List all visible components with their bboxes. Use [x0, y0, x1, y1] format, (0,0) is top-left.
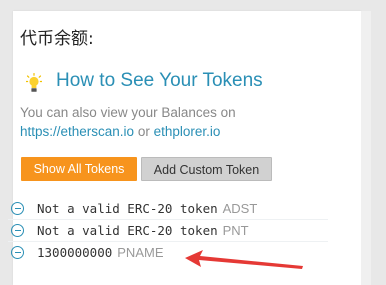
show-all-tokens-button[interactable]: Show All Tokens	[21, 157, 137, 181]
how-to-see-tokens-link[interactable]: How to See Your Tokens	[56, 70, 263, 92]
remove-token-icon[interactable]	[11, 202, 24, 215]
panel-title: 代币余额:	[20, 29, 94, 49]
scrollbar[interactable]	[361, 11, 371, 285]
token-balance: Not a valid ERC-20 token	[37, 223, 218, 238]
token-symbol: ADST	[222, 201, 258, 216]
remove-token-icon[interactable]	[11, 246, 24, 259]
description-text: You can also view your Balances on	[20, 105, 236, 120]
token-balance: Not a valid ERC-20 token	[37, 201, 218, 216]
token-symbol: PNAME	[117, 245, 164, 260]
or-text: or	[137, 124, 150, 139]
token-row: Not a valid ERC-20 token ADST	[8, 198, 328, 220]
token-balance: 1300000000	[37, 245, 113, 260]
ethplorer-link[interactable]: ethplorer.io	[154, 124, 221, 139]
red-arrow-annotation	[185, 250, 303, 269]
etherscan-link[interactable]: https://etherscan.io	[20, 124, 134, 139]
add-custom-token-button[interactable]: Add Custom Token	[141, 157, 272, 181]
lightbulb-icon	[26, 73, 42, 92]
tokens-description: You can also view your Balances on https…	[20, 103, 236, 141]
token-row: Not a valid ERC-20 token PNT	[8, 220, 328, 242]
token-symbol: PNT	[222, 223, 249, 238]
remove-token-icon[interactable]	[11, 224, 24, 237]
